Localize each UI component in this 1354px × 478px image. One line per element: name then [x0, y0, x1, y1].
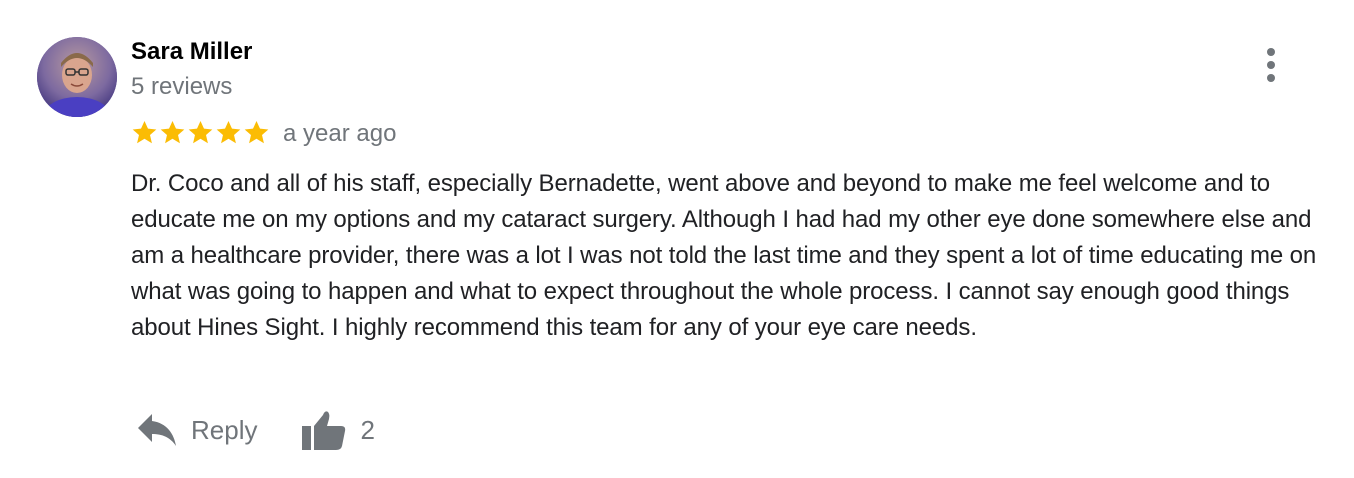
author-name[interactable]: Sara Miller — [131, 38, 252, 66]
review-card: Sara Miller 5 reviews a year ago Dr. Coc… — [0, 0, 1354, 478]
like-count: 2 — [360, 414, 375, 445]
thumb-up-icon — [302, 411, 346, 450]
star-icon — [188, 120, 213, 143]
reply-label: Reply — [191, 414, 258, 445]
star-icon — [216, 120, 241, 143]
star-icon — [160, 120, 185, 143]
star-rating — [131, 118, 270, 146]
star-icon — [244, 120, 269, 143]
review-actions: Reply 2 — [131, 402, 375, 458]
review-text: Dr. Coco and all of his staff, especiall… — [131, 170, 1317, 341]
more-vert-icon — [1267, 48, 1275, 56]
reply-button[interactable]: Reply — [131, 410, 257, 450]
star-icon — [132, 120, 157, 143]
review-date: a year ago — [283, 120, 397, 147]
reply-icon — [138, 414, 176, 446]
avatar[interactable] — [37, 37, 117, 117]
author-review-count[interactable]: 5 reviews — [131, 73, 232, 101]
more-options-button[interactable] — [1252, 44, 1290, 86]
like-button[interactable]: 2 — [301, 407, 375, 453]
